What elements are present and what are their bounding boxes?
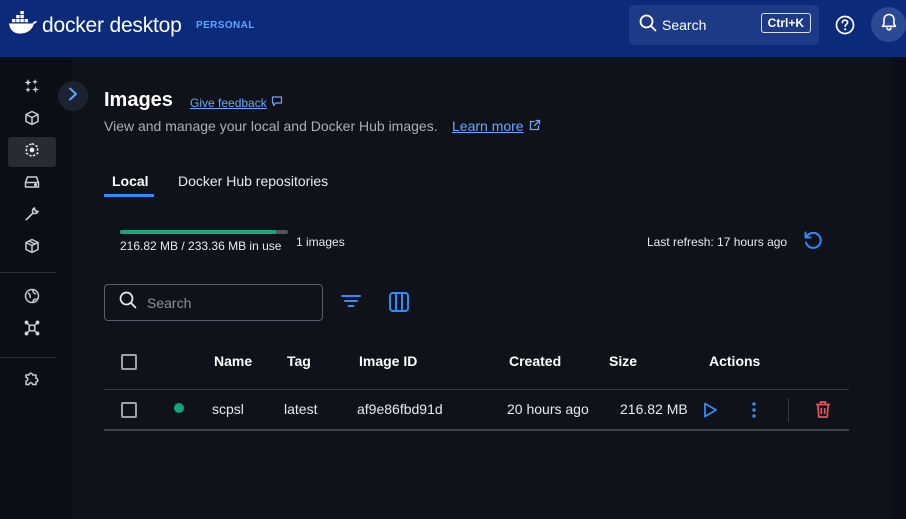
image-name[interactable]: scpsl — [212, 401, 244, 417]
models-icon — [24, 238, 40, 259]
image-id: af9e86fbd91d — [357, 401, 443, 417]
global-search-label: Search — [662, 17, 707, 33]
delete-button[interactable] — [814, 400, 832, 424]
docker-logo[interactable]: docker desktop — [8, 11, 182, 40]
select-all-checkbox[interactable] — [121, 354, 137, 370]
column-header-tag[interactable]: Tag — [287, 353, 311, 369]
disk-usage-text: 216.82 MB / 233.36 MB in use — [120, 239, 282, 253]
in-use-status-dot — [174, 403, 184, 413]
external-link-icon — [529, 118, 541, 134]
containers-icon — [24, 110, 40, 131]
builds-icon — [24, 206, 40, 227]
page-subtitle: View and manage your local and Docker Hu… — [104, 118, 438, 134]
disk-usage-bar — [120, 230, 288, 234]
search-icon — [639, 14, 657, 37]
images-icon — [24, 142, 40, 163]
search-shortcut: Ctrl+K — [760, 13, 811, 33]
nav-builds[interactable] — [8, 201, 56, 231]
image-tag: latest — [284, 401, 318, 417]
docker-whale-icon — [8, 11, 38, 40]
learn-more-link[interactable]: Learn more — [452, 118, 541, 134]
learn-more-label: Learn more — [452, 118, 524, 134]
refresh-icon — [802, 229, 824, 256]
filter-icon — [340, 295, 362, 316]
nav-volumes[interactable] — [8, 169, 56, 199]
chevron-right-icon — [67, 87, 79, 106]
scrollbar-track[interactable] — [893, 57, 906, 519]
global-search-button[interactable]: Search Ctrl+K — [629, 5, 819, 45]
image-size: 216.82 MB — [620, 401, 688, 417]
column-header-created[interactable]: Created — [509, 353, 561, 369]
search-icon — [119, 291, 137, 314]
more-actions-button[interactable] — [746, 401, 762, 424]
columns-icon — [388, 292, 410, 317]
nav-images[interactable] — [8, 137, 56, 167]
help-icon — [835, 15, 855, 39]
nav-docker-scout[interactable] — [8, 315, 56, 345]
image-created: 20 hours ago — [507, 401, 589, 417]
top-bar: docker desktop PERSONAL Search Ctrl+K — [0, 0, 906, 57]
trash-icon — [814, 401, 832, 423]
column-header-size[interactable]: Size — [609, 353, 637, 369]
kebab-menu-icon — [746, 402, 762, 423]
refresh-button[interactable] — [800, 229, 826, 255]
column-header-actions: Actions — [709, 353, 761, 369]
column-header-name[interactable]: Name — [214, 353, 252, 369]
image-count: 1 images — [296, 235, 345, 249]
extensions-icon — [24, 370, 40, 391]
page-title: Images — [104, 89, 173, 111]
filter-button[interactable] — [340, 290, 362, 317]
row-select-checkbox[interactable] — [121, 402, 137, 418]
nav-docker-hub[interactable] — [8, 283, 56, 313]
volumes-icon — [24, 174, 40, 195]
tab-local[interactable]: Local — [112, 173, 149, 189]
nav-extensions[interactable] — [8, 365, 56, 395]
last-refresh: Last refresh: 17 hours ago — [647, 235, 788, 249]
bell-icon — [879, 12, 899, 37]
notifications-button[interactable] — [871, 7, 906, 42]
run-button[interactable] — [701, 401, 719, 424]
give-feedback-label: Give feedback — [190, 95, 267, 110]
docker-hub-icon — [24, 288, 40, 309]
ask-gordon-icon — [24, 78, 40, 99]
column-header-image-id[interactable]: Image ID — [359, 353, 417, 369]
active-tab-indicator — [104, 194, 154, 197]
expand-sidebar-button[interactable] — [58, 81, 88, 111]
left-nav-rail — [0, 57, 72, 519]
columns-button[interactable] — [388, 291, 410, 318]
help-button[interactable] — [835, 15, 855, 40]
actions-divider — [788, 398, 789, 422]
play-icon — [701, 402, 719, 423]
docker-scout-icon — [24, 320, 40, 341]
nav-ask-gordon[interactable] — [8, 73, 56, 103]
search-field[interactable] — [104, 284, 323, 321]
nav-models[interactable] — [8, 233, 56, 263]
nav-divider — [0, 357, 56, 358]
give-feedback-link[interactable]: Give feedback — [190, 95, 283, 110]
plan-badge: PERSONAL — [196, 20, 255, 31]
logo-text: docker desktop — [42, 13, 182, 37]
tab-docker-hub-repositories[interactable]: Docker Hub repositories — [178, 173, 328, 189]
disk-usage-fill — [120, 230, 277, 234]
nav-divider — [0, 272, 56, 273]
table-divider — [104, 389, 849, 390]
nav-containers[interactable] — [8, 105, 56, 135]
search-input[interactable] — [147, 294, 307, 311]
table-divider — [104, 429, 849, 431]
feedback-icon — [271, 95, 283, 110]
